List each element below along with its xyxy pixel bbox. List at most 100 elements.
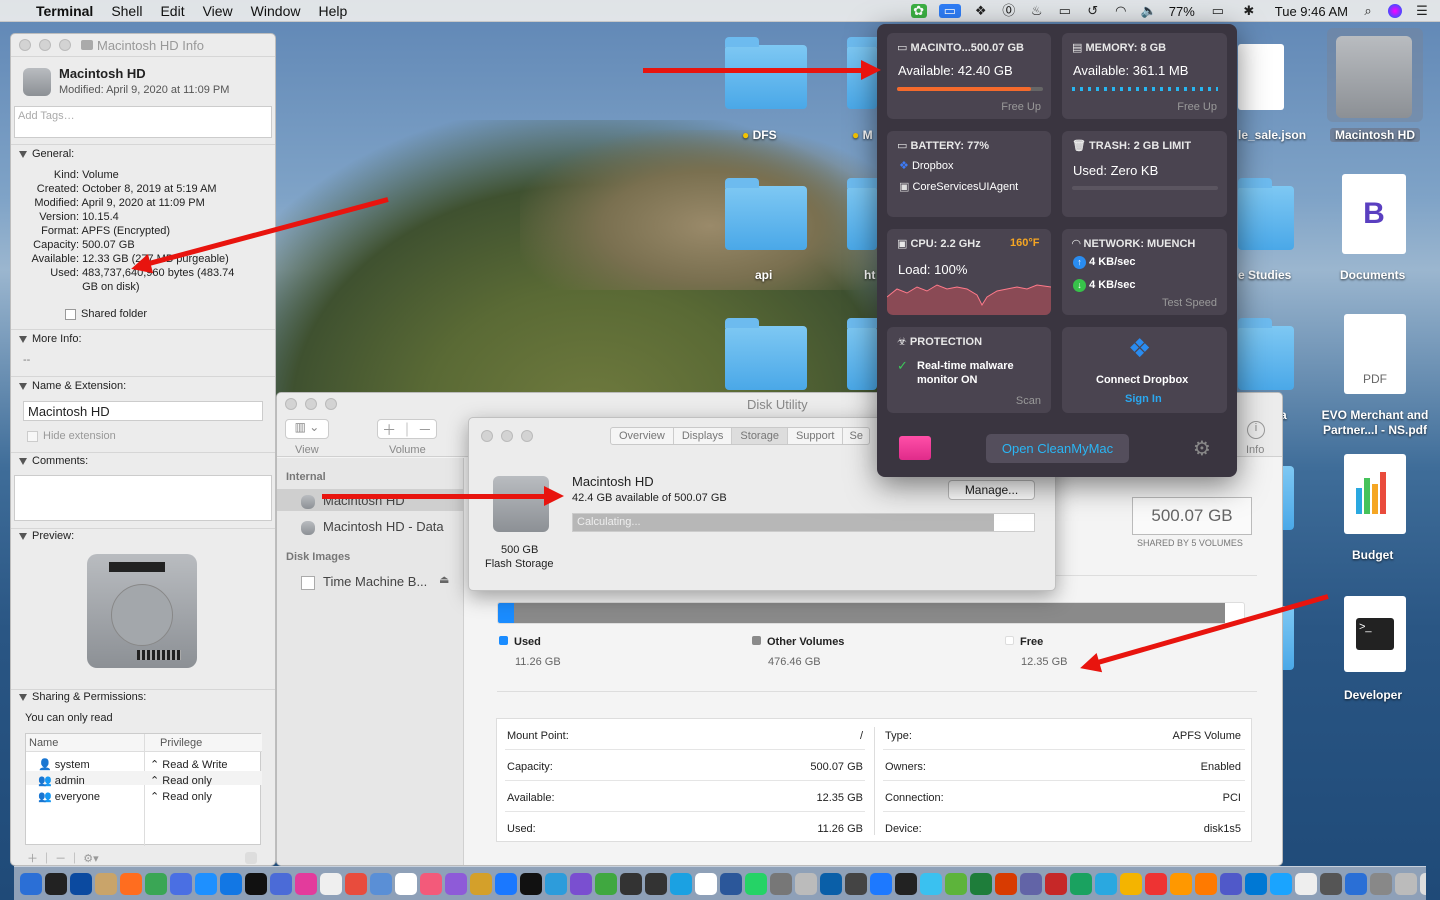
- name-extension-toggle[interactable]: Name & Extension:: [19, 380, 126, 392]
- sharing-toggle[interactable]: Sharing & Permissions:: [19, 691, 146, 703]
- dock-app-icon[interactable]: [470, 872, 492, 895]
- dropbox-menu-icon[interactable]: ❖: [973, 4, 989, 18]
- desktop-folder[interactable]: [1238, 318, 1294, 390]
- eject-icon[interactable]: ⏏: [439, 573, 449, 586]
- dock-app-icon[interactable]: [745, 872, 767, 895]
- tab-displays[interactable]: Displays: [674, 428, 733, 444]
- cleanmymac-menu-icon[interactable]: ▭: [938, 4, 961, 18]
- dock-app-icon[interactable]: [420, 872, 442, 895]
- dock-app-icon[interactable]: [620, 872, 642, 895]
- lock-icon[interactable]: [245, 852, 257, 864]
- documents-label[interactable]: Documents: [1340, 268, 1405, 282]
- desktop-folder-label[interactable]: e Studies: [1238, 268, 1291, 282]
- onepassword-icon[interactable]: ⓪: [1001, 4, 1017, 18]
- dock-app-icon[interactable]: [120, 872, 142, 895]
- zoom-button[interactable]: [521, 430, 533, 442]
- comments-toggle[interactable]: Comments:: [19, 455, 88, 467]
- dock-app-icon[interactable]: [595, 872, 617, 895]
- perm-row-privilege[interactable]: ⌃ Read only: [150, 790, 212, 803]
- general-section-toggle[interactable]: General:: [19, 148, 74, 160]
- dock-app-icon[interactable]: [695, 872, 717, 895]
- desktop-folder[interactable]: [725, 37, 807, 109]
- dropbox-tile[interactable]: ❖ Connect Dropbox Sign In: [1062, 327, 1227, 413]
- spotlight-icon[interactable]: ⌕: [1360, 4, 1376, 18]
- desktop-hd-label[interactable]: Macintosh HD: [1330, 128, 1420, 142]
- bluetooth-icon[interactable]: ✱: [1241, 4, 1257, 18]
- desktop-folder[interactable]: [1238, 178, 1294, 250]
- cleanmymac-logo-icon[interactable]: [899, 436, 931, 460]
- macintosh-hd-desktop-icon[interactable]: [1336, 36, 1412, 118]
- dock-app-icon[interactable]: [20, 872, 42, 895]
- preview-toggle[interactable]: Preview:: [19, 530, 74, 542]
- minimize-button[interactable]: [305, 398, 317, 410]
- pdf-file-label[interactable]: EVO Merchant and Partner...l - NS.pdf: [1316, 408, 1434, 438]
- dock-app-icon[interactable]: [1145, 872, 1167, 895]
- time-machine-icon[interactable]: ↺: [1085, 4, 1101, 18]
- menu-app-name[interactable]: Terminal: [36, 3, 93, 19]
- dock-app-icon[interactable]: [1245, 872, 1267, 895]
- desktop-folder[interactable]: [725, 318, 807, 390]
- budget-label[interactable]: Budget: [1352, 548, 1393, 562]
- dropbox-sign-in-link[interactable]: Sign In: [1125, 393, 1162, 405]
- dock-app-icon[interactable]: [1345, 872, 1367, 895]
- tab-overview[interactable]: Overview: [611, 428, 674, 444]
- volume-add-remove[interactable]: ＋ ｜ －: [377, 419, 437, 439]
- close-button[interactable]: [285, 398, 297, 410]
- dock-app-icon[interactable]: [870, 872, 892, 895]
- tags-field[interactable]: Add Tags…: [14, 106, 272, 138]
- notification-center-icon[interactable]: ☰: [1414, 4, 1430, 18]
- developer-label[interactable]: Developer: [1344, 688, 1402, 702]
- dock-app-icon[interactable]: [770, 872, 792, 895]
- zoom-button[interactable]: [325, 398, 337, 410]
- network-tile[interactable]: ◠ NETWORK: MUENCH ↑ 4 KB/sec ↓ 4 KB/sec …: [1062, 229, 1227, 315]
- dock-app-icon[interactable]: [970, 872, 992, 895]
- zoom-button[interactable]: [59, 39, 71, 51]
- siri-icon[interactable]: [1388, 4, 1402, 18]
- dock-app-icon[interactable]: [445, 872, 467, 895]
- sidebar-item-time-machine[interactable]: Time Machine B...: [301, 574, 427, 590]
- sidebar-view-button[interactable]: ▥ ⌄: [285, 419, 329, 439]
- dock-app-icon[interactable]: [1095, 872, 1117, 895]
- comments-field[interactable]: [14, 475, 272, 521]
- add-remove-buttons[interactable]: ＋ ｜ － ｜ ⚙▾: [27, 850, 99, 865]
- dock-app-icon[interactable]: [1220, 872, 1242, 895]
- dock-app-icon[interactable]: [1295, 872, 1317, 895]
- menu-view[interactable]: View: [203, 3, 233, 19]
- dock-app-icon[interactable]: [495, 872, 517, 895]
- manage-button[interactable]: Manage...: [948, 480, 1035, 500]
- tab-support[interactable]: Support: [788, 428, 844, 444]
- tab-service[interactable]: Se: [843, 428, 868, 444]
- dock-app-icon[interactable]: [195, 872, 217, 895]
- desktop-folder-label[interactable]: ● M: [852, 128, 873, 142]
- dock-app-icon[interactable]: [1195, 872, 1217, 895]
- desktop-folder-label[interactable]: ● DFS: [742, 128, 777, 142]
- green-status-icon[interactable]: ✿: [910, 4, 927, 18]
- bbedit-document-icon[interactable]: B: [1342, 174, 1406, 254]
- dock-app-icon[interactable]: [820, 872, 842, 895]
- open-cleanmymac-button[interactable]: Open CleanMyMac: [986, 434, 1129, 463]
- wifi-icon[interactable]: ◠: [1113, 4, 1129, 18]
- dock-app-icon[interactable]: [1395, 872, 1417, 895]
- sidebar-item-macintosh-hd-data[interactable]: Macintosh HD - Data: [301, 519, 444, 535]
- dock-app-icon[interactable]: [145, 872, 167, 895]
- dock-app-icon[interactable]: [720, 872, 742, 895]
- dock-app-icon[interactable]: [1020, 872, 1042, 895]
- minimize-button[interactable]: [501, 430, 513, 442]
- cpu-tile[interactable]: ▣ CPU: 2.2 GHz 160°F Load: 100%: [887, 229, 1051, 315]
- minimize-button[interactable]: [39, 39, 51, 51]
- airplay-icon[interactable]: ▭: [1057, 4, 1073, 18]
- col-name[interactable]: Name: [29, 737, 58, 749]
- close-button[interactable]: [19, 39, 31, 51]
- menu-shell[interactable]: Shell: [111, 3, 142, 19]
- dock-app-icon[interactable]: [520, 872, 542, 895]
- dock-app-icon[interactable]: [945, 872, 967, 895]
- perm-row-name[interactable]: 👥 admin: [38, 774, 85, 787]
- perm-row-name[interactable]: 👤 system: [38, 758, 90, 771]
- dock-app-icon[interactable]: [995, 872, 1017, 895]
- dock-app-icon[interactable]: [320, 872, 342, 895]
- perm-row-name[interactable]: 👥 everyone: [38, 790, 100, 803]
- menu-window[interactable]: Window: [251, 3, 301, 19]
- scan-button[interactable]: Scan: [1016, 395, 1041, 407]
- dock-app-icon[interactable]: [795, 872, 817, 895]
- clock[interactable]: Tue 9:46 AM: [1275, 4, 1348, 19]
